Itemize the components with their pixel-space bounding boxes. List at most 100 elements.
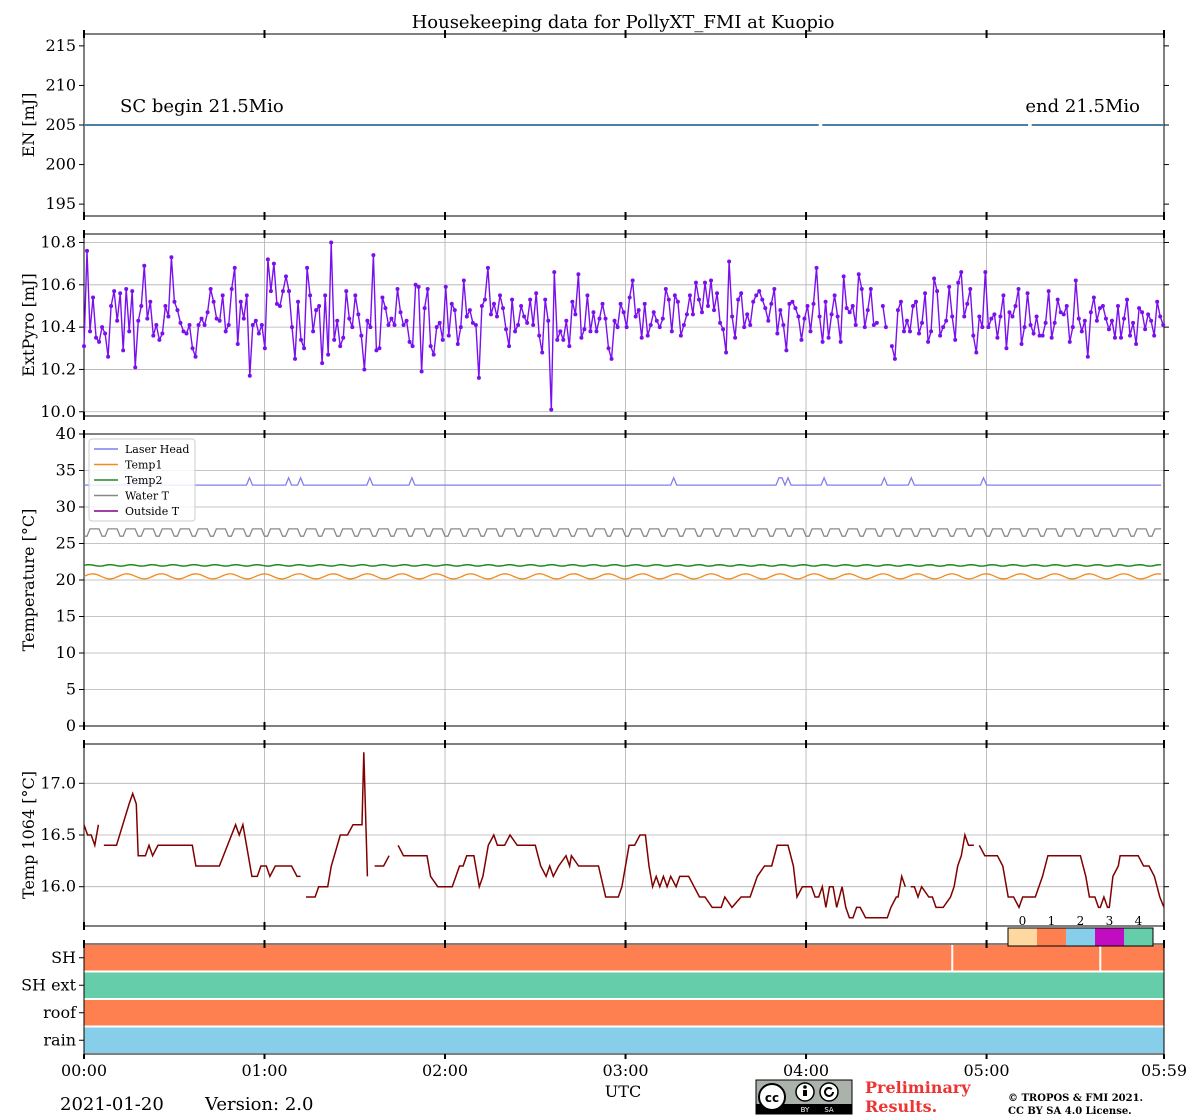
extpyro-point — [193, 354, 198, 359]
extpyro-point — [573, 312, 578, 317]
status-panel: SH SH ext roof rain 00:00 01:00 02:00 03:00 04:0… — [21, 914, 1187, 1080]
status-row-label: SH — [51, 948, 76, 967]
y-tick-label: 16.5 — [40, 825, 76, 844]
extpyro-point — [889, 344, 894, 349]
extpyro-point — [380, 295, 385, 300]
extpyro-point — [847, 310, 852, 315]
extpyro-point — [766, 318, 771, 323]
extpyro-point — [907, 329, 912, 334]
extpyro-point — [91, 295, 96, 300]
extpyro-point — [829, 312, 834, 317]
extpyro-point — [757, 289, 762, 294]
extpyro-point — [1031, 331, 1036, 336]
preliminary-line1: Preliminary — [865, 1078, 971, 1097]
extpyro-point — [856, 272, 861, 277]
extpyro-point — [528, 297, 533, 302]
extpyro-point — [956, 280, 961, 285]
extpyro-point — [696, 297, 701, 302]
extpyro-point — [262, 346, 267, 351]
extpyro-point — [706, 303, 711, 308]
extpyro-point — [859, 287, 864, 292]
status-row-sh-ext — [84, 972, 1164, 998]
extpyro-point — [449, 301, 454, 306]
cc-by-sa-badge: cc BY SA — [755, 1079, 853, 1115]
extpyro-point — [904, 318, 909, 323]
x-tick-label: 02:00 — [422, 1061, 468, 1080]
extpyro-point — [461, 278, 466, 283]
extpyro-point — [202, 323, 207, 327]
extpyro-point — [464, 314, 469, 319]
extpyro-point — [305, 265, 310, 270]
extpyro-point — [178, 320, 183, 325]
extpyro-point — [715, 291, 720, 296]
colorbar-cell — [1066, 928, 1095, 946]
y-tick-label: 25 — [56, 534, 76, 553]
extpyro-point — [280, 289, 285, 294]
extpyro-point — [308, 293, 313, 298]
status-colorbar: 0 1 2 3 4 — [1007, 914, 1154, 947]
extpyro-point — [320, 361, 325, 366]
extpyro-point — [1040, 333, 1045, 338]
extpyro-point — [980, 325, 985, 330]
extpyro-point — [244, 293, 249, 298]
extpyro-point — [196, 323, 201, 327]
extpyro-point — [115, 318, 120, 323]
extpyro-point — [820, 339, 825, 344]
colorbar-cell — [1008, 928, 1037, 946]
status-row-sh — [84, 945, 1164, 971]
status-row-label: rain — [43, 1030, 76, 1049]
extpyro-point — [172, 299, 177, 304]
extpyro-point — [989, 316, 994, 321]
extpyro-point — [302, 346, 307, 351]
extpyro-point — [784, 348, 789, 353]
extpyro-point — [727, 259, 732, 264]
y-tick-label: 40 — [56, 424, 76, 443]
extpyro-point — [796, 314, 801, 319]
extpyro-point — [238, 299, 243, 304]
y-axis-label: Temp 1064 [°C] — [19, 771, 38, 899]
y-tick-label: 20 — [56, 570, 76, 589]
extpyro-point — [455, 342, 460, 347]
extpyro-point — [265, 257, 270, 262]
y-tick-label: 200 — [45, 155, 76, 174]
extpyro-point — [926, 339, 931, 344]
extpyro-point — [995, 335, 1000, 340]
extpyro-point — [392, 323, 397, 327]
extpyro-point — [1049, 335, 1054, 340]
extpyro-line — [83, 242, 1164, 410]
extpyro-point — [968, 287, 973, 292]
extpyro-point — [534, 291, 539, 296]
extpyro-point — [94, 335, 99, 340]
y-tick-label: 215 — [45, 36, 76, 55]
extpyro-point — [130, 289, 135, 294]
extpyro-point — [932, 276, 937, 281]
extpyro-point — [618, 301, 623, 306]
x-axis-label: UTC — [605, 1082, 641, 1101]
extpyro-point — [1158, 314, 1163, 319]
extpyro-point — [898, 299, 903, 304]
extpyro-point — [482, 297, 487, 302]
extpyro-point — [624, 325, 629, 330]
extpyro-point — [651, 310, 656, 315]
extpyro-point — [250, 323, 255, 327]
extpyro-point — [510, 297, 515, 302]
extpyro-point — [440, 337, 445, 342]
extpyro-point — [742, 325, 747, 330]
extpyro-point — [718, 320, 723, 325]
y-axis-label: Temperature [°C] — [19, 509, 38, 652]
extpyro-point — [323, 293, 328, 298]
extpyro-point — [175, 308, 180, 313]
extpyro-point — [1013, 303, 1018, 308]
temp2-line — [83, 563, 1162, 567]
extpyro-point — [841, 274, 846, 279]
extpyro-point — [314, 308, 319, 313]
extpyro-point — [139, 303, 144, 308]
extpyro-point — [1146, 312, 1151, 317]
extpyro-point — [1100, 303, 1105, 308]
extpyro-point — [892, 356, 897, 361]
extpyro-point — [992, 312, 997, 317]
extpyro-point — [434, 325, 439, 330]
extpyro-point — [576, 272, 581, 277]
svg-text:SA: SA — [824, 1106, 834, 1114]
laser-head-line — [84, 476, 1162, 487]
